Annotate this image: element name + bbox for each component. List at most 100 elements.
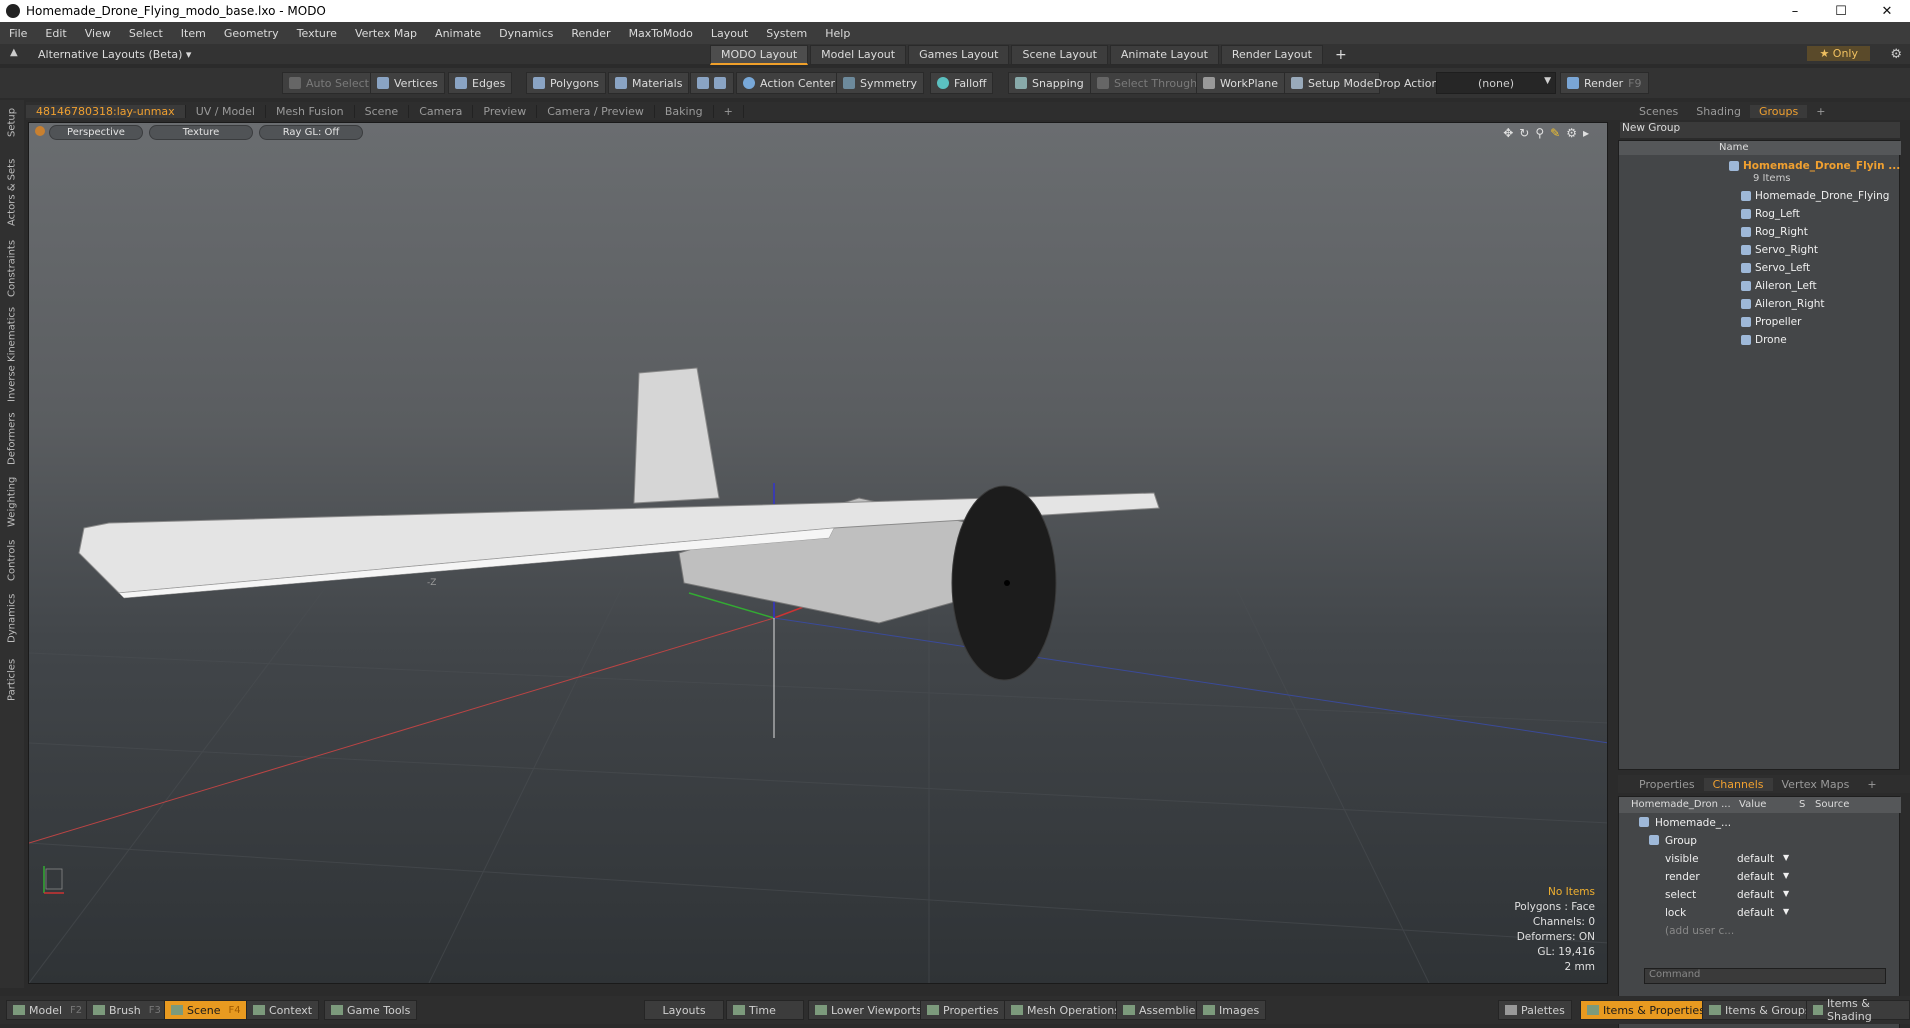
channel-row-render[interactable]: render default ▼ bbox=[1619, 869, 1901, 887]
images-button[interactable]: Images bbox=[1196, 1000, 1267, 1020]
tab-shading[interactable]: Shading bbox=[1687, 105, 1750, 118]
list-item[interactable]: Propeller bbox=[1619, 313, 1901, 331]
list-item[interactable]: Homemade_Drone_Flying bbox=[1619, 187, 1901, 205]
list-item[interactable]: Drone bbox=[1619, 331, 1901, 349]
channel-value-dropdown[interactable]: default bbox=[1737, 907, 1774, 919]
menu-select[interactable]: Select bbox=[120, 27, 172, 40]
menu-item[interactable]: Item bbox=[172, 27, 215, 40]
tab-mesh-fusion[interactable]: Mesh Fusion bbox=[266, 104, 355, 118]
polygons-button[interactable]: Polygons bbox=[526, 72, 606, 94]
3d-viewport[interactable]: Perspective Texture Ray GL: Off ✥ ↻ ⚲ ✎ … bbox=[28, 122, 1608, 984]
list-item[interactable]: Servo_Left bbox=[1619, 259, 1901, 277]
tab-scenes[interactable]: Scenes bbox=[1630, 105, 1687, 118]
action-center-button[interactable]: Action Center bbox=[736, 72, 842, 94]
menu-geometry[interactable]: Geometry bbox=[215, 27, 288, 40]
layouts-button[interactable]: Layouts bbox=[644, 1000, 724, 1020]
menu-render[interactable]: Render bbox=[562, 27, 619, 40]
add-tab-button[interactable]: + bbox=[714, 104, 744, 118]
add-layout-button[interactable]: + bbox=[1325, 45, 1357, 65]
channel-row-lock[interactable]: lock default ▼ bbox=[1619, 905, 1901, 923]
select-through-button[interactable]: Select Through bbox=[1090, 72, 1205, 94]
add-panel-tab-button[interactable]: + bbox=[1807, 105, 1834, 118]
edges-button[interactable]: Edges bbox=[448, 72, 513, 94]
falloff-button[interactable]: Falloff bbox=[930, 72, 994, 94]
tab-animate-layout[interactable]: Animate Layout bbox=[1109, 45, 1219, 65]
tab-preview[interactable]: Preview bbox=[473, 104, 538, 118]
properties-button[interactable]: Properties bbox=[920, 1000, 1006, 1020]
vertices-button[interactable]: Vertices bbox=[370, 72, 445, 94]
tab-uv-model[interactable]: UV / Model bbox=[186, 104, 266, 118]
close-button[interactable]: ✕ bbox=[1864, 0, 1910, 22]
channels-root-row[interactable]: Homemade_... bbox=[1619, 815, 1901, 833]
menu-edit[interactable]: Edit bbox=[36, 27, 75, 40]
tab-actors-sets[interactable]: Actors & Sets bbox=[0, 156, 24, 228]
tab-modo-layout[interactable]: MODO Layout bbox=[710, 45, 809, 65]
maximize-button[interactable]: ☐ bbox=[1818, 0, 1864, 22]
materials-button[interactable]: Materials bbox=[608, 72, 690, 94]
menu-maxtomodo[interactable]: MaxToModo bbox=[620, 27, 702, 40]
add-user-channel-row[interactable]: (add user c... bbox=[1619, 923, 1901, 941]
tab-inverse-kinematics[interactable]: Inverse Kinematics bbox=[0, 304, 24, 404]
tab-camera[interactable]: Camera bbox=[409, 104, 474, 118]
context-button[interactable]: Context bbox=[246, 1000, 320, 1020]
only-toggle[interactable]: ★ Only bbox=[1807, 46, 1870, 61]
menu-texture[interactable]: Texture bbox=[288, 27, 346, 40]
auto-select-button[interactable]: Auto Select bbox=[282, 72, 376, 94]
drop-action-select[interactable]: (none) ▼ bbox=[1436, 72, 1556, 94]
menu-layout[interactable]: Layout bbox=[702, 27, 757, 40]
setup-mode-button[interactable]: Setup Mode bbox=[1284, 72, 1381, 94]
tab-scene[interactable]: Scene bbox=[355, 104, 410, 118]
tab-camera-preview[interactable]: Camera / Preview bbox=[537, 104, 655, 118]
minimize-button[interactable]: – bbox=[1772, 0, 1818, 22]
tab-dynamics[interactable]: Dynamics bbox=[0, 590, 24, 646]
tab-weighting[interactable]: Weighting bbox=[0, 474, 24, 530]
menu-animate[interactable]: Animate bbox=[426, 27, 490, 40]
tab-model-layout[interactable]: Model Layout bbox=[810, 45, 907, 65]
items-shading-button[interactable]: Items & Shading bbox=[1806, 997, 1910, 1023]
assemblies-button[interactable]: Assemblies bbox=[1116, 1000, 1209, 1020]
menu-dynamics[interactable]: Dynamics bbox=[490, 27, 562, 40]
menu-vertex-map[interactable]: Vertex Map bbox=[346, 27, 426, 40]
list-item[interactable]: Rog_Left bbox=[1619, 205, 1901, 223]
menu-file[interactable]: File bbox=[0, 27, 36, 40]
mesh-tools-button[interactable] bbox=[690, 72, 734, 94]
tab-properties[interactable]: Properties bbox=[1630, 778, 1704, 791]
symmetry-button[interactable]: Symmetry bbox=[836, 72, 925, 94]
tab-controls[interactable]: Controls bbox=[0, 536, 24, 584]
settings-gear-icon[interactable]: ⚙ bbox=[1890, 47, 1902, 62]
tab-vertex-maps[interactable]: Vertex Maps bbox=[1773, 778, 1859, 791]
channel-row-visible[interactable]: visible default ▼ bbox=[1619, 851, 1901, 869]
tab-channels[interactable]: Channels bbox=[1703, 777, 1773, 791]
channel-value-dropdown[interactable]: default bbox=[1737, 871, 1774, 883]
tab-groups[interactable]: Groups bbox=[1749, 104, 1808, 118]
list-item[interactable]: Aileron_Right bbox=[1619, 295, 1901, 313]
render-button[interactable]: Render F9 bbox=[1560, 72, 1649, 94]
channel-value-dropdown[interactable]: default bbox=[1737, 853, 1774, 865]
tab-constraints[interactable]: Constraints bbox=[0, 236, 24, 300]
list-item[interactable]: Rog_Right bbox=[1619, 223, 1901, 241]
tab-lay-unmax[interactable]: 48146780318:lay-unmax bbox=[26, 104, 186, 118]
channel-row-select[interactable]: select default ▼ bbox=[1619, 887, 1901, 905]
menu-system[interactable]: System bbox=[757, 27, 816, 40]
brush-button[interactable]: Brush F3 bbox=[86, 1000, 168, 1020]
menu-help[interactable]: Help bbox=[816, 27, 859, 40]
tab-setup[interactable]: Setup bbox=[0, 104, 24, 140]
tab-scene-layout[interactable]: Scene Layout bbox=[1011, 45, 1108, 65]
time-button[interactable]: Time bbox=[726, 1000, 804, 1020]
new-group-button[interactable]: New Group bbox=[1620, 122, 1900, 138]
channels-group-row[interactable]: Group bbox=[1619, 833, 1901, 851]
scene-button[interactable]: Scene F4 bbox=[164, 1000, 248, 1020]
model-button[interactable]: Model F2 bbox=[6, 1000, 90, 1020]
palettes-button[interactable]: Palettes bbox=[1498, 1000, 1572, 1020]
tab-games-layout[interactable]: Games Layout bbox=[908, 45, 1010, 65]
menu-view[interactable]: View bbox=[76, 27, 120, 40]
add-channels-tab-button[interactable]: + bbox=[1858, 778, 1885, 791]
tab-render-layout[interactable]: Render Layout bbox=[1220, 45, 1323, 65]
list-item[interactable]: Servo_Right bbox=[1619, 241, 1901, 259]
tab-particles[interactable]: Particles bbox=[0, 652, 24, 708]
list-item[interactable]: Aileron_Left bbox=[1619, 277, 1901, 295]
channel-value-dropdown[interactable]: default bbox=[1737, 889, 1774, 901]
items-properties-button[interactable]: Items & Properties bbox=[1580, 1000, 1712, 1020]
collapse-icon[interactable]: ▲ bbox=[10, 47, 20, 59]
tab-baking[interactable]: Baking bbox=[655, 104, 714, 118]
